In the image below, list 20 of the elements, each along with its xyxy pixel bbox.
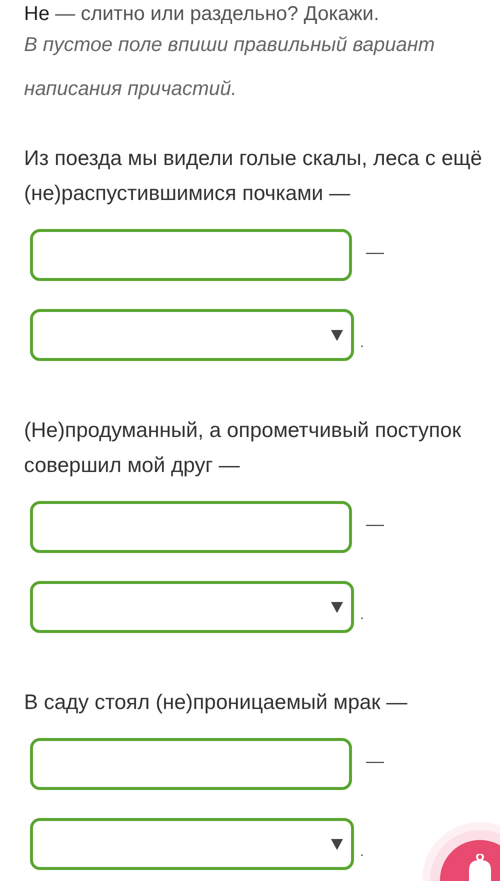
task-sentence: (Не)продуманный, а опрометчивый поступок совершил мой друг — xyxy=(24,418,462,479)
dash-text: — xyxy=(366,514,384,534)
choice-dropdown[interactable] xyxy=(30,309,354,361)
choice-dropdown[interactable] xyxy=(30,581,354,633)
instruction-text: В пустое поле впиши правильный вариант написания причастий. xyxy=(24,33,436,102)
task-sentence: В саду стоял (не)проницаемый мрак — xyxy=(24,690,408,716)
dash-text: — xyxy=(366,242,384,262)
task-sentence: Из поезда мы видели голые скалы, леса с ещё (не)распустившимися почками — xyxy=(24,146,484,207)
task-heading: Не — слитно или раздельно? Докажи. xyxy=(24,2,380,27)
caret-icon xyxy=(331,602,343,612)
caret-icon xyxy=(331,838,343,850)
answer-field[interactable] xyxy=(30,501,352,553)
choice-dropdown[interactable] xyxy=(30,818,354,870)
period-text: . xyxy=(360,606,364,622)
period-text: . xyxy=(360,843,364,859)
answer-field[interactable] xyxy=(30,738,352,790)
dash-text: — xyxy=(366,750,384,772)
caret-icon xyxy=(331,330,343,340)
answer-field[interactable] xyxy=(30,229,352,281)
period-text: . xyxy=(360,334,364,350)
